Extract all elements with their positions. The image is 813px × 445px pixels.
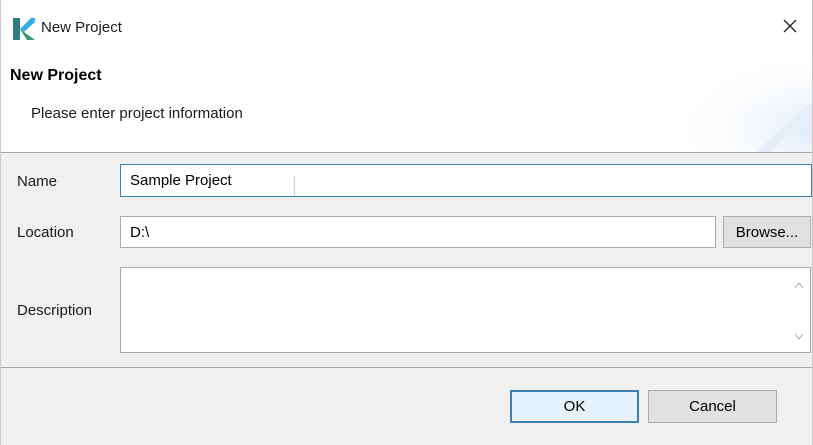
- name-input[interactable]: Sample Project: [120, 164, 812, 197]
- footer-divider: [1, 367, 812, 368]
- window-title: New Project: [41, 19, 122, 36]
- banner-title: New Project: [10, 67, 102, 84]
- ok-button[interactable]: OK: [510, 390, 639, 423]
- scroll-down-button[interactable]: [792, 330, 806, 344]
- title-bar: New Project: [1, 0, 812, 56]
- description-label: Description: [17, 302, 93, 319]
- cancel-button[interactable]: Cancel: [648, 390, 777, 423]
- name-label: Name: [17, 173, 58, 190]
- location-label: Location: [17, 224, 74, 241]
- text-cursor: [294, 176, 295, 196]
- description-textarea[interactable]: [120, 267, 811, 353]
- scroll-up-button[interactable]: [792, 278, 806, 292]
- header-divider: [1, 152, 812, 153]
- close-icon: [783, 19, 797, 33]
- banner-subtitle: Please enter project information: [31, 105, 243, 122]
- header-banner: New Project Please enter project informa…: [1, 56, 812, 152]
- close-button[interactable]: [768, 8, 812, 44]
- new-project-dialog: New Project New Project Please enter pro…: [0, 0, 813, 445]
- chevron-up-icon: [794, 282, 804, 289]
- chevron-down-icon: [794, 333, 804, 340]
- app-logo-icon: [13, 18, 35, 40]
- browse-button[interactable]: Browse...: [723, 216, 811, 248]
- banner-decoration: [632, 56, 812, 152]
- location-input[interactable]: D:\: [120, 216, 716, 248]
